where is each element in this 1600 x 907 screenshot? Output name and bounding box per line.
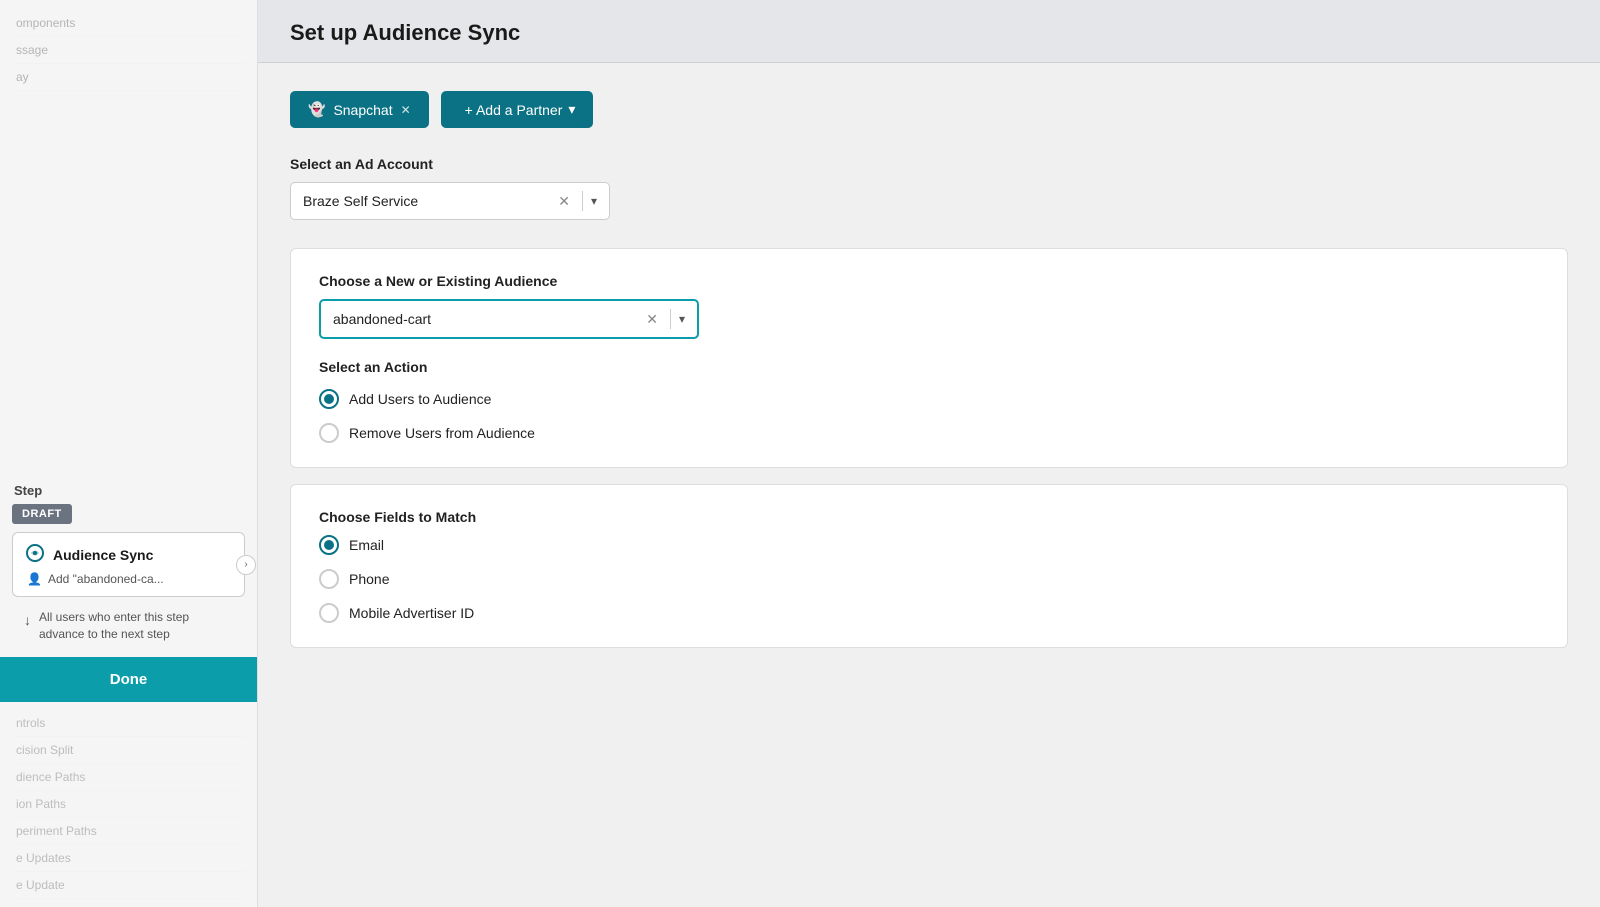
- step-label: Step: [12, 483, 245, 498]
- sidebar-bottom-nav: ntrols cision Split dience Paths ion Pat…: [0, 702, 257, 907]
- field-mobile-label: Mobile Advertiser ID: [349, 605, 474, 621]
- remove-snapchat-icon[interactable]: ✕: [401, 103, 411, 117]
- advance-icon: ↓: [24, 611, 31, 631]
- field-mobile-radio[interactable]: [319, 603, 339, 623]
- sidebar-nav-list: omponents ssage ay: [0, 0, 257, 473]
- ad-account-chevron-icon[interactable]: ▾: [591, 194, 597, 208]
- field-email-radio[interactable]: [319, 535, 339, 555]
- action-remove-radio[interactable]: [319, 423, 339, 443]
- action-add-radio-inner: [324, 394, 334, 404]
- ad-account-value: Braze Self Service: [303, 193, 558, 209]
- action-remove-label: Remove Users from Audience: [349, 425, 535, 441]
- field-phone-radio[interactable]: [319, 569, 339, 589]
- user-icon: 👤: [27, 572, 42, 586]
- audience-action-card: Choose a New or Existing Audience abando…: [290, 248, 1568, 468]
- action-add-radio[interactable]: [319, 389, 339, 409]
- sidebar-item-message[interactable]: ssage: [12, 37, 245, 64]
- audience-value: abandoned-cart: [333, 311, 646, 327]
- audience-sync-title: Audience Sync: [25, 543, 232, 566]
- audience-chevron-icon[interactable]: ▾: [679, 312, 685, 326]
- choose-fields-label: Choose Fields to Match: [319, 509, 1539, 525]
- action-remove-users[interactable]: Remove Users from Audience: [319, 423, 1539, 443]
- sidebar-item-feature-updates[interactable]: e Updates: [12, 845, 245, 872]
- field-email-label: Email: [349, 537, 384, 553]
- advance-text: ↓ All users who enter this step advance …: [12, 601, 245, 651]
- select-action-label: Select an Action: [319, 359, 1539, 375]
- sidebar-item-controls[interactable]: ntrols: [12, 710, 245, 737]
- main-body: 👻 Snapchat ✕ + Add a Partner ▾ Select an…: [258, 63, 1600, 692]
- done-button[interactable]: Done: [0, 657, 257, 702]
- sync-icon: [25, 543, 45, 566]
- action-add-users[interactable]: Add Users to Audience: [319, 389, 1539, 409]
- sidebar-item-components[interactable]: omponents: [12, 10, 245, 37]
- field-phone[interactable]: Phone: [319, 569, 1539, 589]
- chevron-right-icon[interactable]: ›: [236, 555, 256, 575]
- add-partner-button[interactable]: + Add a Partner ▾: [441, 91, 594, 128]
- field-email[interactable]: Email: [319, 535, 1539, 555]
- action-radio-group: Add Users to Audience Remove Users from …: [319, 389, 1539, 443]
- step-section: Step DRAFT Audience Sync 👤 Add "abandone…: [0, 473, 257, 657]
- sidebar-item-delay[interactable]: ay: [12, 64, 245, 91]
- ad-account-clear-icon[interactable]: ✕: [558, 193, 570, 210]
- fields-radio-group: Email Phone Mobile Advertiser ID: [319, 535, 1539, 623]
- fields-card: Choose Fields to Match Email Phone Mobil…: [290, 484, 1568, 648]
- field-email-radio-inner: [324, 540, 334, 550]
- sidebar-item-decision-split[interactable]: cision Split: [12, 737, 245, 764]
- audience-select[interactable]: abandoned-cart ✕ ▾: [319, 299, 699, 339]
- add-partner-chevron-icon: ▾: [568, 101, 575, 118]
- choose-audience-label: Choose a New or Existing Audience: [319, 273, 1539, 289]
- page-title: Set up Audience Sync: [290, 20, 1568, 46]
- ad-account-select[interactable]: Braze Self Service ✕ ▾: [290, 182, 610, 220]
- ad-account-divider: [582, 191, 583, 211]
- main-header: Set up Audience Sync: [258, 0, 1600, 63]
- draft-badge: DRAFT: [12, 504, 72, 524]
- audience-sync-card[interactable]: Audience Sync 👤 Add "abandoned-ca... ›: [12, 532, 245, 597]
- field-phone-label: Phone: [349, 571, 389, 587]
- snapchat-partner-button[interactable]: 👻 Snapchat ✕: [290, 91, 429, 128]
- action-add-label: Add Users to Audience: [349, 391, 491, 407]
- sidebar-item-audience-paths[interactable]: dience Paths: [12, 764, 245, 791]
- sidebar-item-feature-update[interactable]: e Update: [12, 872, 245, 899]
- audience-divider: [670, 309, 671, 329]
- sidebar-item-action-paths[interactable]: ion Paths: [12, 791, 245, 818]
- audience-sync-subtitle: 👤 Add "abandoned-ca...: [25, 572, 232, 586]
- audience-sync-label: Audience Sync: [53, 547, 153, 563]
- ad-account-label: Select an Ad Account: [290, 156, 1568, 172]
- sidebar-item-experiment-paths[interactable]: periment Paths: [12, 818, 245, 845]
- field-mobile-advertiser[interactable]: Mobile Advertiser ID: [319, 603, 1539, 623]
- main-content: Set up Audience Sync 👻 Snapchat ✕ + Add …: [258, 0, 1600, 907]
- audience-clear-icon[interactable]: ✕: [646, 311, 658, 328]
- partner-row: 👻 Snapchat ✕ + Add a Partner ▾: [290, 91, 1568, 128]
- sidebar: omponents ssage ay Step DRAFT Audience S…: [0, 0, 258, 907]
- snapchat-ghost-icon: 👻: [308, 101, 325, 118]
